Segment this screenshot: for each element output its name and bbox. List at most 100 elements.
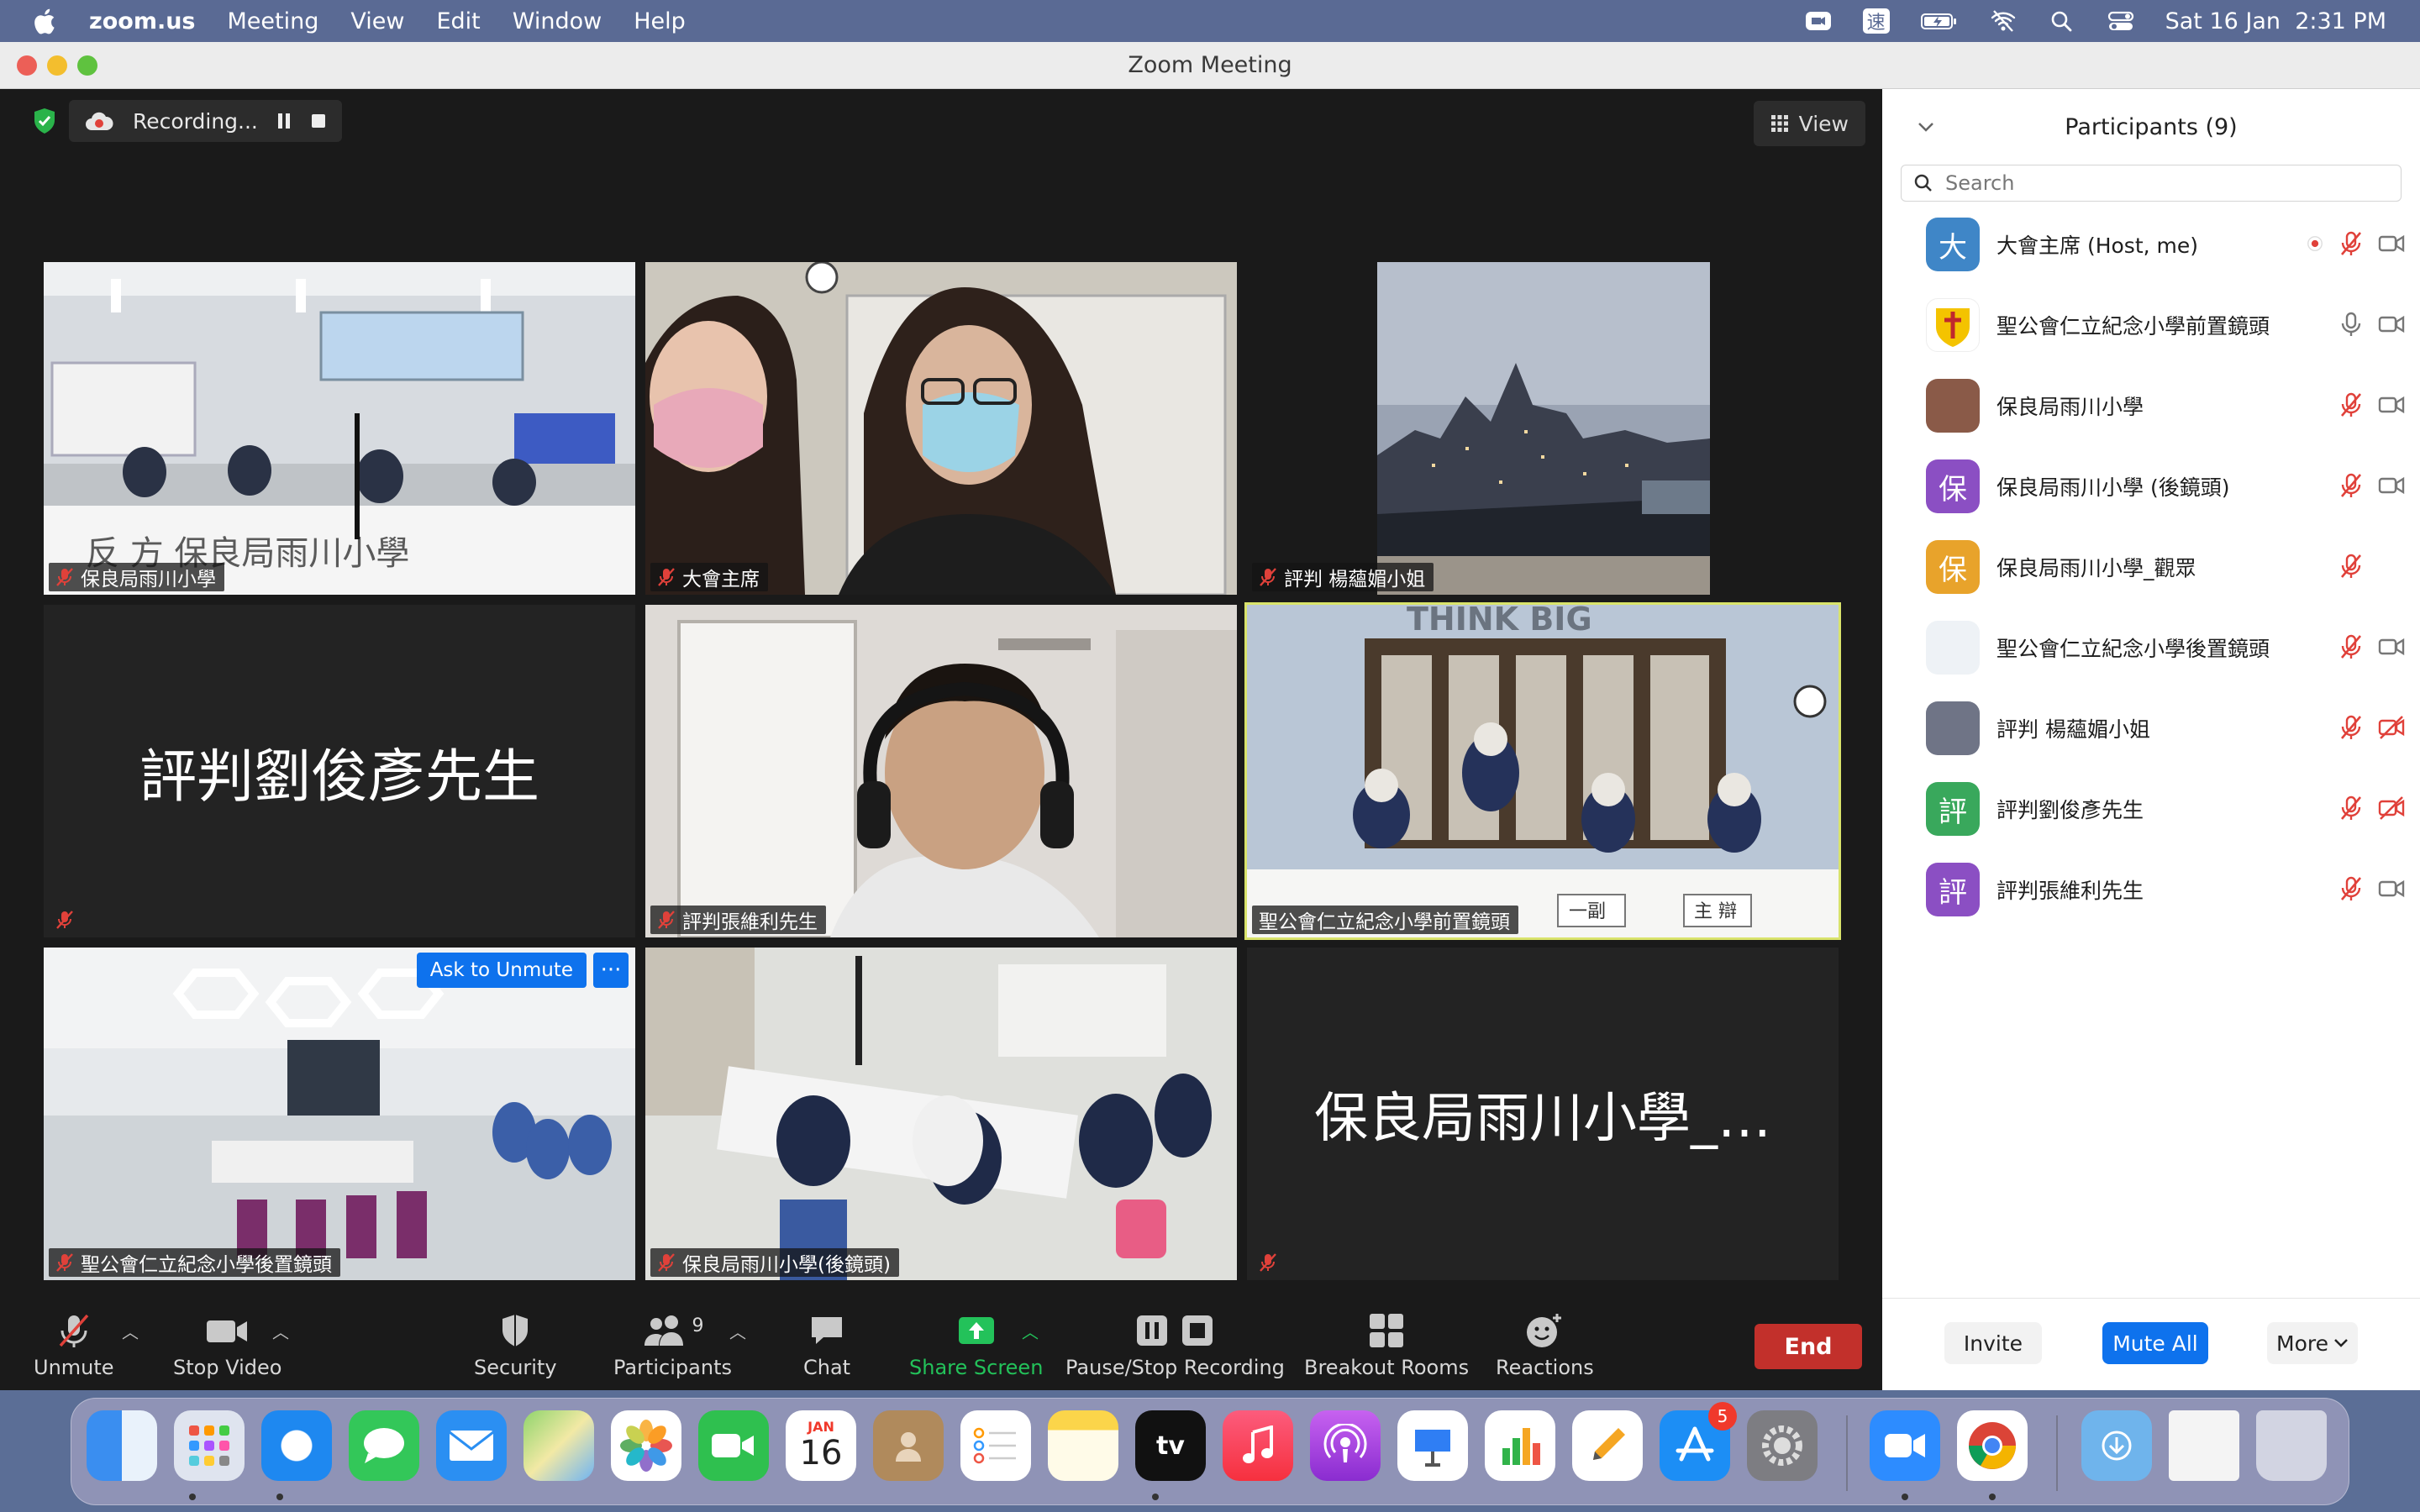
pause-stop-recording-button[interactable]: Pause/Stop Recording bbox=[1065, 1312, 1285, 1379]
menu-app-name[interactable]: zoom.us bbox=[89, 8, 196, 34]
view-button[interactable]: View bbox=[1753, 101, 1865, 146]
security-button[interactable]: Security bbox=[474, 1312, 557, 1379]
zoom-window-button[interactable] bbox=[77, 55, 97, 76]
zoom-dock-icon[interactable] bbox=[1870, 1410, 1940, 1481]
calendar-icon[interactable]: JAN 16 bbox=[786, 1410, 856, 1481]
participant-row[interactable]: 大大會主席 (Host, me) bbox=[1926, 215, 2405, 274]
mic-icon[interactable] bbox=[2338, 311, 2365, 338]
participant-row[interactable]: 聖公會仁立紀念小學後置鏡頭 bbox=[1926, 618, 2405, 677]
muted-mic-icon[interactable] bbox=[2338, 714, 2365, 741]
breakout-rooms-button[interactable]: Breakout Rooms bbox=[1304, 1312, 1469, 1379]
video-icon[interactable] bbox=[2378, 875, 2405, 902]
mute-all-button[interactable]: Mute All bbox=[2102, 1322, 2208, 1364]
participant-row[interactable]: 評評判劉俊彥先生 bbox=[1926, 780, 2405, 838]
participants-options-chevron-icon[interactable]: ︿ bbox=[729, 1319, 746, 1343]
audio-options-chevron-icon[interactable]: ︿ bbox=[122, 1319, 139, 1343]
chat-button[interactable]: Chat bbox=[803, 1312, 850, 1379]
system-preferences-icon[interactable] bbox=[1747, 1410, 1818, 1481]
participant-row[interactable]: 保良局雨川小學 bbox=[1926, 376, 2405, 435]
reactions-button[interactable]: Reactions bbox=[1496, 1312, 1594, 1379]
close-window-button[interactable] bbox=[17, 55, 37, 76]
collapse-chevron-icon[interactable] bbox=[1918, 121, 1934, 133]
muted-mic-icon[interactable] bbox=[2338, 472, 2365, 499]
finder-icon[interactable] bbox=[87, 1410, 157, 1481]
muted-mic-icon[interactable] bbox=[2338, 875, 2365, 902]
video-tile-skh-front[interactable]: THINK BIG 一副 主 辯 聖公會仁立紀念小學前置鏡頭 bbox=[1244, 602, 1841, 940]
stop-recording-icon[interactable] bbox=[310, 113, 327, 129]
participant-row[interactable]: 保保良局雨川小學_觀眾 bbox=[1926, 538, 2405, 596]
contacts-icon[interactable] bbox=[873, 1410, 944, 1481]
participant-row[interactable]: 評評判張維利先生 bbox=[1926, 860, 2405, 919]
video-icon[interactable] bbox=[2378, 311, 2405, 338]
messages-icon[interactable] bbox=[349, 1410, 419, 1481]
participants-button[interactable]: 9 Participants bbox=[613, 1312, 732, 1379]
wifi-off-icon[interactable] bbox=[1989, 8, 2018, 34]
participant-row[interactable]: 聖公會仁立紀念小學前置鏡頭 bbox=[1926, 296, 2405, 354]
menu-edit[interactable]: Edit bbox=[436, 8, 480, 34]
safari-icon[interactable] bbox=[261, 1410, 332, 1481]
zoom-status-icon[interactable] bbox=[1804, 8, 1833, 34]
more-options-button[interactable]: More bbox=[2267, 1322, 2358, 1364]
pages-icon[interactable] bbox=[1572, 1410, 1643, 1481]
trash-icon[interactable] bbox=[2256, 1410, 2327, 1481]
mail-icon[interactable] bbox=[436, 1410, 507, 1481]
battery-icon[interactable] bbox=[1920, 8, 1959, 34]
menu-meeting[interactable]: Meeting bbox=[228, 8, 319, 34]
numbers-icon[interactable] bbox=[1485, 1410, 1555, 1481]
keynote-icon[interactable] bbox=[1397, 1410, 1468, 1481]
notes-icon[interactable] bbox=[1048, 1410, 1118, 1481]
menu-help[interactable]: Help bbox=[634, 8, 686, 34]
video-tile-judge-lau[interactable]: 評判劉俊彥先生 bbox=[44, 605, 635, 937]
control-center-icon[interactable] bbox=[2107, 8, 2135, 34]
video-tile-judge-cheung[interactable]: 評判張維利先生 bbox=[645, 605, 1237, 937]
video-off-icon[interactable] bbox=[2378, 795, 2405, 822]
muted-mic-icon[interactable] bbox=[2338, 795, 2365, 822]
maps-icon[interactable] bbox=[523, 1410, 594, 1481]
input-method-icon[interactable]: 速 bbox=[1862, 8, 1890, 34]
chrome-icon[interactable] bbox=[1957, 1410, 2028, 1481]
muted-mic-icon[interactable] bbox=[2338, 633, 2365, 660]
participant-row[interactable]: 評判 楊蘊媚小姐 bbox=[1926, 699, 2405, 758]
podcasts-icon[interactable] bbox=[1310, 1410, 1381, 1481]
participant-search-input[interactable]: Search bbox=[1901, 165, 2402, 202]
invite-button[interactable]: Invite bbox=[1944, 1322, 2042, 1364]
muted-mic-icon[interactable] bbox=[2338, 391, 2365, 418]
video-tile-yuchuan[interactable]: 反 方 保良局雨川小學 保良局雨川小學 bbox=[44, 262, 635, 595]
menu-window[interactable]: Window bbox=[513, 8, 602, 34]
stop-video-button[interactable]: Stop Video bbox=[173, 1312, 281, 1379]
muted-mic-icon[interactable] bbox=[2338, 230, 2365, 257]
apple-tv-icon[interactable]: tv bbox=[1135, 1410, 1206, 1481]
encryption-shield-icon[interactable] bbox=[32, 107, 57, 135]
video-icon[interactable] bbox=[2378, 230, 2405, 257]
video-tile-yuchuan-rear[interactable]: 保良局雨川小學(後鏡頭) bbox=[645, 948, 1237, 1280]
downloads-folder-icon[interactable] bbox=[2081, 1410, 2152, 1481]
video-icon[interactable] bbox=[2378, 391, 2405, 418]
photos-icon[interactable] bbox=[611, 1410, 681, 1481]
menu-view[interactable]: View bbox=[350, 8, 404, 34]
music-icon[interactable] bbox=[1223, 1410, 1293, 1481]
video-tile-yuchuan-audience[interactable]: 保良局雨川小學_… bbox=[1247, 948, 1839, 1280]
unmute-button[interactable]: Unmute bbox=[34, 1312, 114, 1379]
ask-to-unmute-button[interactable]: Ask to Unmute bbox=[416, 953, 587, 988]
end-meeting-button[interactable]: End bbox=[1754, 1324, 1862, 1369]
video-icon[interactable] bbox=[2378, 633, 2405, 660]
video-icon[interactable] bbox=[2378, 472, 2405, 499]
video-options-chevron-icon[interactable]: ︿ bbox=[272, 1319, 289, 1343]
video-tile-host[interactable]: 大會主席 bbox=[645, 262, 1237, 595]
spotlight-search-icon[interactable] bbox=[2048, 8, 2076, 34]
menubar-clock[interactable]: Sat 16 Jan 2:31 PM bbox=[2165, 8, 2386, 34]
document-stack-icon[interactable] bbox=[2169, 1410, 2239, 1481]
video-off-icon[interactable] bbox=[2378, 714, 2405, 741]
apple-icon[interactable] bbox=[34, 7, 59, 35]
share-options-chevron-icon[interactable]: ︿ bbox=[1022, 1319, 1039, 1343]
reminders-icon[interactable] bbox=[960, 1410, 1031, 1481]
participant-row[interactable]: 保保良局雨川小學 (後鏡頭) bbox=[1926, 457, 2405, 516]
video-tile-judge-yeung[interactable]: 評判 楊蘊媚小姐 bbox=[1247, 262, 1839, 595]
facetime-icon[interactable] bbox=[698, 1410, 769, 1481]
pause-recording-icon[interactable] bbox=[276, 112, 292, 130]
tile-more-options-button[interactable]: ··· bbox=[593, 953, 629, 988]
video-tile-skh-rear[interactable]: Ask to Unmute ··· 聖公會仁立紀念小學後置鏡頭 bbox=[44, 948, 635, 1280]
minimize-window-button[interactable] bbox=[47, 55, 67, 76]
launchpad-icon[interactable] bbox=[174, 1410, 245, 1481]
muted-mic-icon[interactable] bbox=[2338, 553, 2365, 580]
